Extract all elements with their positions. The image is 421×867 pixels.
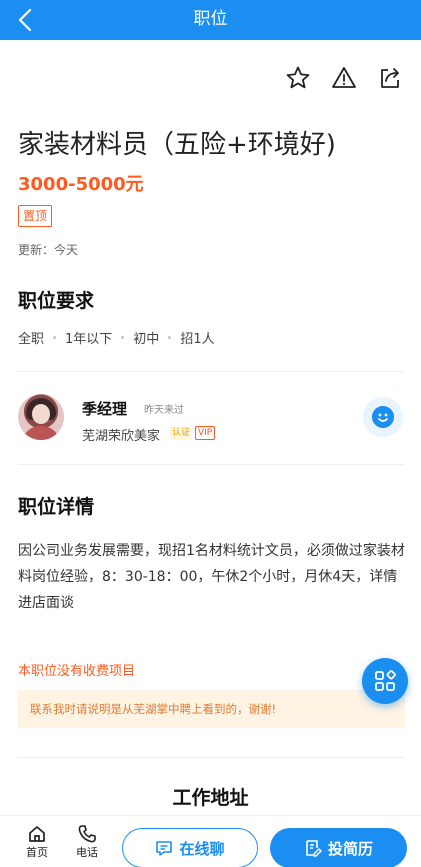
separator-dot	[168, 336, 172, 339]
address-heading-wrap: 工作地址	[172, 787, 249, 811]
requirements-heading-text: 职位要求	[18, 290, 95, 312]
requirements-heading: 职位要求	[18, 286, 95, 315]
requirement-type: 全职	[18, 332, 45, 347]
last-seen: 昨天来过	[144, 405, 184, 416]
contact-notice: 联系我时请说明是从芜湖掌中聘上看到的，谢谢!	[18, 690, 405, 728]
action-bar	[285, 65, 403, 91]
job-description: 因公司业务发展需要，现招1名材料统计文员，必须做过家装材料岗位经验，8：30-1…	[18, 543, 405, 611]
pinned-tag: 置顶	[18, 205, 53, 227]
message-icon	[156, 841, 173, 856]
update-time: 更新：今天	[18, 243, 79, 257]
details-heading: 职位详情	[18, 492, 95, 521]
phone-label: 电话	[76, 846, 98, 859]
page-title: 职位	[193, 9, 228, 29]
phone-button[interactable]: 电话	[70, 816, 104, 860]
requirement-headcount: 招1人	[180, 332, 215, 347]
send-resume-button[interactable]: 投简历	[270, 828, 407, 867]
address-heading-text: 工作地址	[172, 787, 249, 809]
avatar-face	[32, 404, 50, 424]
smile-chat-icon	[372, 406, 394, 428]
send-resume-label: 投简历	[327, 839, 373, 858]
home-icon	[29, 826, 45, 842]
top-bar: 职位	[0, 0, 421, 40]
grid-icon	[375, 670, 396, 691]
share-icon[interactable]	[377, 65, 403, 91]
address-heading: 工作地址	[0, 783, 421, 811]
no-fee-notice: 本职位没有收费项目	[18, 664, 136, 679]
divider	[18, 464, 403, 465]
job-title: 家装材料员（五险+环境好)	[18, 130, 336, 160]
verified-badge: 认证	[170, 427, 193, 440]
home-button[interactable]: 首页	[20, 816, 54, 860]
avatar-shoulders	[22, 426, 60, 440]
home-label: 首页	[26, 846, 48, 859]
details-heading-text: 职位详情	[18, 496, 95, 518]
recruiter-name: 季经理	[82, 400, 128, 418]
separator-dot	[121, 336, 125, 339]
separator-dot	[53, 336, 57, 339]
vip-badge: VIP	[195, 426, 216, 440]
phone-icon	[78, 825, 96, 843]
divider	[18, 757, 403, 758]
requirement-experience: 1年以下	[65, 332, 113, 347]
menu-fab-button[interactable]	[362, 658, 408, 704]
resume-icon	[306, 840, 322, 857]
salary: 3000-5000元	[18, 174, 144, 195]
avatar[interactable]	[18, 394, 64, 440]
online-chat-button[interactable]: 在线聊	[122, 828, 258, 867]
requirement-education: 初中	[133, 332, 160, 347]
warning-icon[interactable]	[331, 65, 357, 91]
star-icon[interactable]	[285, 65, 311, 91]
bottom-bar: 首页 电话 在线聊 投简历	[0, 815, 421, 867]
requirements-list: 全职 1年以下 初中 招1人	[18, 328, 215, 347]
online-chat-label: 在线聊	[179, 839, 225, 858]
divider	[18, 371, 403, 372]
company-name[interactable]: 芜湖荣欣美家	[82, 425, 160, 444]
chat-recruiter-button[interactable]	[363, 397, 403, 437]
